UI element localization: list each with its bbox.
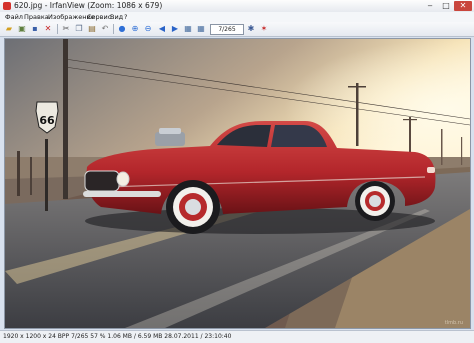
- utility-pole: [356, 83, 359, 146]
- displayed-photo: 66 tlmb.ru: [5, 39, 470, 328]
- copy-icon[interactable]: ❐: [74, 24, 84, 34]
- app-icon: [3, 2, 11, 10]
- minimize-button[interactable]: ‒: [422, 1, 438, 11]
- previous-image-icon[interactable]: ◀: [157, 24, 167, 34]
- info-icon[interactable]: ●: [117, 24, 127, 34]
- car-supercharger: [155, 132, 185, 146]
- watermark-text: tlmb.ru: [445, 320, 463, 326]
- irfanview-logo-icon[interactable]: ✶: [259, 24, 269, 34]
- maximize-button[interactable]: □: [438, 1, 454, 11]
- front-hubcap: [185, 199, 201, 215]
- settings-icon[interactable]: ✱: [246, 24, 256, 34]
- paste-icon[interactable]: ▤: [87, 24, 97, 34]
- toolbar-separator: [113, 24, 114, 34]
- rear-hubcap: [369, 195, 381, 207]
- save-icon[interactable]: ▪: [30, 24, 40, 34]
- zoom-out-icon[interactable]: ⊖: [143, 24, 153, 34]
- menu-help[interactable]: ?: [124, 13, 127, 21]
- close-button[interactable]: ✕: [454, 1, 472, 11]
- cut-icon[interactable]: ✂: [61, 24, 71, 34]
- irfanview-window: 620.jpg - IrfanView (Zoom: 1086 x 679) ‒…: [0, 0, 474, 343]
- toolbar-separator: [57, 24, 58, 34]
- window-title: 620.jpg - IrfanView (Zoom: 1086 x 679): [14, 1, 163, 10]
- menu-edit[interactable]: Правка: [24, 13, 49, 21]
- pole-crossbar: [348, 86, 366, 88]
- last-image-icon[interactable]: ▦: [196, 24, 206, 34]
- car-bumper: [83, 191, 161, 197]
- car-air-scoop: [159, 128, 181, 134]
- car-grille: [84, 170, 120, 192]
- undo-icon[interactable]: ↶: [100, 24, 110, 34]
- car-taillight: [427, 167, 435, 173]
- route-66-sign-number: 66: [39, 114, 55, 127]
- delete-icon[interactable]: ✕: [43, 24, 53, 34]
- menu-tools[interactable]: Сервис: [87, 13, 111, 21]
- fence-post: [30, 157, 32, 195]
- zoom-in-icon[interactable]: ⊕: [130, 24, 140, 34]
- utility-pole: [441, 129, 443, 165]
- page-counter[interactable]: 7/265: [210, 24, 244, 35]
- status-bar: 1920 x 1200 x 24 BPP 7/265 57 % 1.06 MB …: [0, 330, 474, 343]
- menu-file[interactable]: Файл: [5, 13, 23, 21]
- menu-view[interactable]: Вид: [110, 13, 123, 21]
- pole-crossbar: [403, 119, 417, 121]
- status-text: 1920 x 1200 x 24 BPP 7/265 57 % 1.06 MB …: [3, 333, 232, 340]
- slideshow-icon[interactable]: ▣: [17, 24, 27, 34]
- sign-post: [45, 139, 48, 211]
- fence-post: [17, 151, 20, 196]
- next-image-icon[interactable]: ▶: [170, 24, 180, 34]
- open-folder-icon[interactable]: ▰: [4, 24, 14, 34]
- car-headlight: [116, 171, 130, 187]
- image-viewport[interactable]: 66 tlmb.ru: [4, 38, 471, 329]
- utility-pole: [461, 137, 463, 165]
- utility-pole: [63, 39, 68, 199]
- first-image-icon[interactable]: ▦: [183, 24, 193, 34]
- toolbar: ▰ ▣ ▪ ✕ ✂ ❐ ▤ ↶ ● ⊕ ⊖ ◀ ▶ ▦ ▦ 7/265 ✱ ✶: [0, 22, 474, 37]
